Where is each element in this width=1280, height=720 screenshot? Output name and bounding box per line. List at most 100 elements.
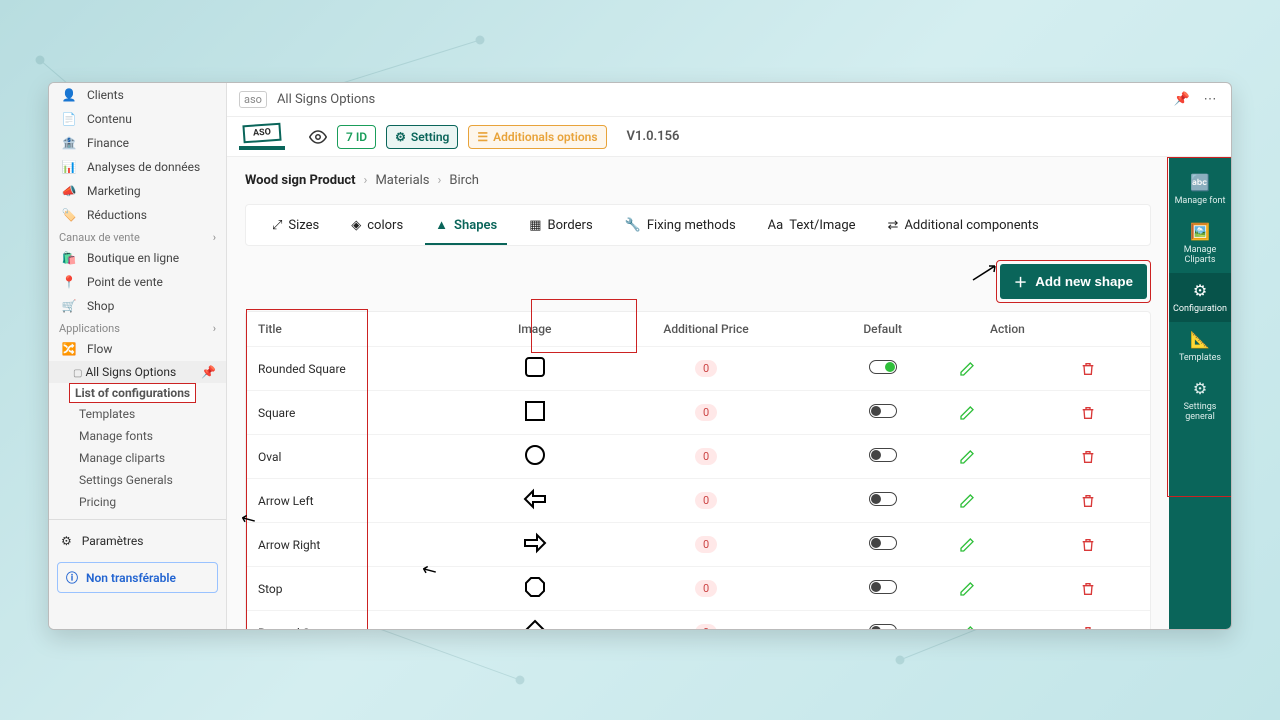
edit-button[interactable] <box>959 537 1056 553</box>
sidebar-item[interactable]: 🏦Finance <box>49 131 226 155</box>
nav-icon: 🛍️ <box>61 251 77 265</box>
sidebar-item[interactable]: 📊Analyses de données <box>49 155 226 179</box>
price-badge: 0 <box>695 536 717 553</box>
tab-icon: ⇄ <box>888 218 899 233</box>
main-area: aso All Signs Options 📌 ⋯ ASO 7 ID ⚙Sett… <box>227 83 1231 629</box>
tab[interactable]: ◈colors <box>335 206 419 245</box>
default-toggle[interactable] <box>869 448 897 462</box>
sidebar-sub-item[interactable]: Settings Generals <box>49 469 226 491</box>
sidebar-sub-item[interactable]: Pricing <box>49 491 226 513</box>
more-icon[interactable]: ⋯ <box>1201 92 1219 107</box>
rail-icon: 📐 <box>1190 330 1210 349</box>
delete-button[interactable] <box>1080 625 1138 630</box>
tab[interactable]: ▦Borders <box>513 206 608 245</box>
shape-icon <box>523 487 547 511</box>
row-title: Oval <box>246 435 476 479</box>
tab-icon: ◈ <box>351 218 361 233</box>
shape-icon <box>523 575 547 599</box>
sidebar-item[interactable]: 🏷️Réductions <box>49 203 226 227</box>
price-badge: 0 <box>695 624 717 629</box>
pin-icon[interactable]: 📌 <box>1173 92 1191 107</box>
rail-item[interactable]: 📐Templates <box>1169 322 1231 371</box>
default-toggle[interactable] <box>869 536 897 550</box>
sidebar-parametres[interactable]: ⚙Paramètres <box>49 526 226 556</box>
rail-item[interactable]: ⚙Configuration <box>1169 273 1231 322</box>
default-toggle[interactable] <box>869 624 897 629</box>
default-toggle[interactable] <box>869 492 897 506</box>
sidebar-item[interactable]: 📍Point de vente <box>49 270 226 294</box>
rail-icon: ⚙ <box>1193 281 1207 300</box>
row-title: Arrow Right <box>246 523 476 567</box>
sidebar-sub-item[interactable]: List of configurations <box>69 383 196 403</box>
edit-button[interactable] <box>959 405 1056 421</box>
table-row: Arrow Left0 <box>246 479 1150 523</box>
sidebar-item[interactable]: 📄Contenu <box>49 107 226 131</box>
nav-icon: 📄 <box>61 112 77 126</box>
rail-item[interactable]: 🔤Manage font <box>1169 165 1231 214</box>
table-row: Arrow Right 0 <box>246 523 1150 567</box>
info-icon: ⓘ <box>66 569 78 586</box>
table-row: Rotated Square0 <box>246 611 1150 630</box>
setting-button[interactable]: ⚙Setting <box>386 125 458 149</box>
additionals-button[interactable]: ☰Additionals options <box>468 125 606 149</box>
sidebar-sub-item[interactable]: Manage fonts <box>49 425 226 447</box>
rail-icon: 🖼️ <box>1190 222 1210 241</box>
add-new-shape-button[interactable]: ＋Add new shape <box>1000 264 1147 299</box>
price-badge: 0 <box>695 580 717 597</box>
default-toggle[interactable] <box>869 580 897 594</box>
sidebar-item[interactable]: 👤Clients <box>49 83 226 107</box>
delete-button[interactable] <box>1080 537 1138 553</box>
section-apps[interactable]: Applications› <box>49 318 226 337</box>
sidebar-sub-item[interactable]: Manage cliparts <box>49 447 226 469</box>
sidebar-item[interactable]: 🛍️Boutique en ligne <box>49 246 226 270</box>
nav-icon: 🏷️ <box>61 208 77 222</box>
tab[interactable]: AaText/Image <box>752 206 872 245</box>
price-badge: 0 <box>695 492 717 509</box>
right-rail: 🔤Manage font🖼️Manage Cliparts⚙Configurat… <box>1169 157 1231 629</box>
eye-icon[interactable] <box>309 128 327 146</box>
rail-item[interactable]: ⚙Settings general <box>1169 371 1231 430</box>
price-badge: 0 <box>695 404 717 421</box>
id-badge[interactable]: 7 ID <box>337 125 376 149</box>
edit-button[interactable] <box>959 449 1056 465</box>
sidebar-aso-header[interactable]: ▢ All Signs Options📌 <box>49 361 226 383</box>
column-header: Additional Price <box>594 312 818 347</box>
edit-button[interactable] <box>959 581 1056 597</box>
shapes-table: TitleImageAdditional PriceDefaultAction … <box>245 311 1151 629</box>
nav-icon: 🛒 <box>61 299 77 313</box>
table-row: Oval0 <box>246 435 1150 479</box>
pin-icon[interactable]: 📌 <box>201 365 216 379</box>
default-toggle[interactable] <box>869 360 897 374</box>
gear-icon: ⚙ <box>395 130 406 144</box>
sidebar-item[interactable]: 📣Marketing <box>49 179 226 203</box>
add-shape-highlight: ＋Add new shape <box>996 260 1151 303</box>
shape-icon <box>523 531 547 555</box>
tab[interactable]: ⤢Sizes <box>256 206 335 245</box>
table-row: Rounded Square0 <box>246 347 1150 391</box>
non-transferable-badge[interactable]: ⓘNon transférable <box>57 562 218 593</box>
sidebar-item[interactable]: 🔀Flow <box>49 337 226 361</box>
table-row: Square 0 <box>246 391 1150 435</box>
edit-button[interactable] <box>959 625 1056 630</box>
sidebar-sub-item[interactable]: Templates <box>49 403 226 425</box>
delete-button[interactable] <box>1080 405 1138 421</box>
section-canaux[interactable]: Canaux de vente› <box>49 227 226 246</box>
tab[interactable]: ⇄Additional components <box>872 206 1055 245</box>
tab[interactable]: ▲Shapes <box>419 205 513 245</box>
shape-icon <box>523 399 547 423</box>
tab-row: ⤢Sizes◈colors▲Shapes▦Borders🔧Fixing meth… <box>245 204 1151 246</box>
app-icon: aso <box>239 91 267 108</box>
app-window: 👤Clients📄Contenu🏦Finance📊Analyses de don… <box>48 82 1232 630</box>
delete-button[interactable] <box>1080 581 1138 597</box>
tab[interactable]: 🔧Fixing methods <box>609 206 752 245</box>
delete-button[interactable] <box>1080 449 1138 465</box>
edit-button[interactable] <box>959 493 1056 509</box>
delete-button[interactable] <box>1080 493 1138 509</box>
plus-icon: ＋ <box>1014 272 1027 291</box>
row-title: Square <box>246 391 476 435</box>
edit-button[interactable] <box>959 361 1056 377</box>
sidebar-item[interactable]: 🛒Shop <box>49 294 226 318</box>
rail-item[interactable]: 🖼️Manage Cliparts <box>1169 214 1231 273</box>
default-toggle[interactable] <box>869 404 897 418</box>
delete-button[interactable] <box>1080 361 1138 377</box>
